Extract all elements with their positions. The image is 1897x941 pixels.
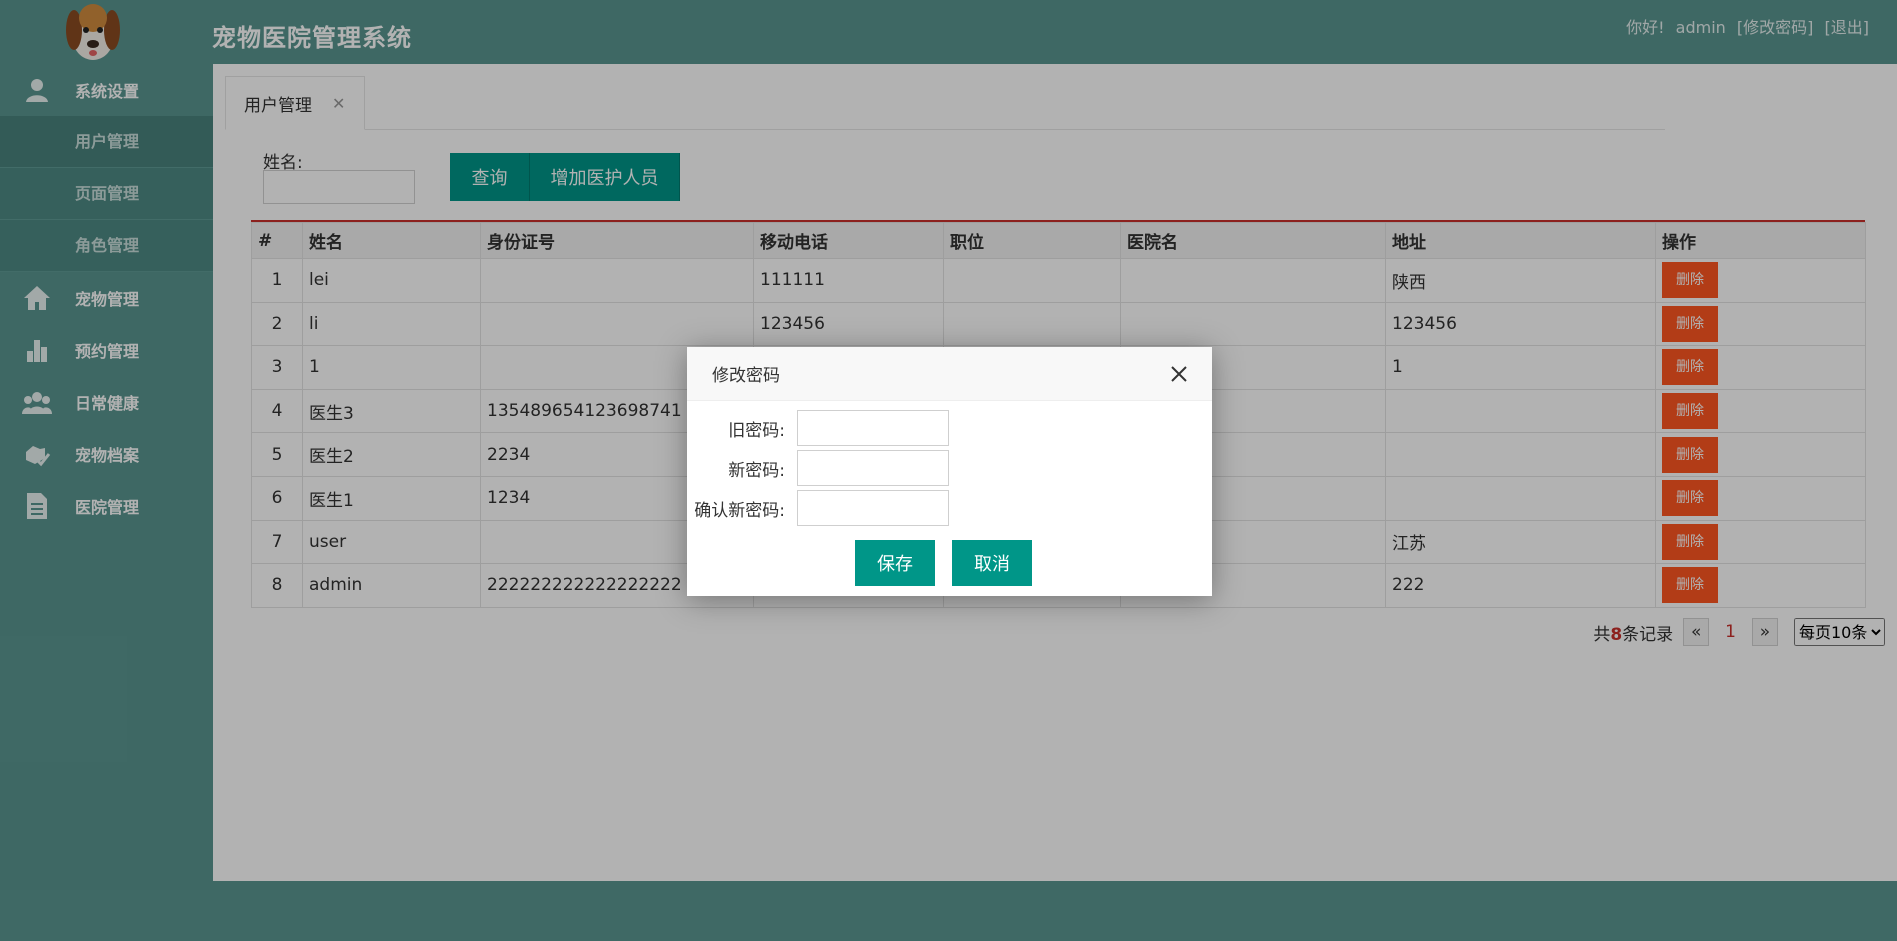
change-password-dialog: 修改密码 旧密码: 新密码: 确认新密码: 保存 取消: [687, 347, 1212, 596]
cancel-button[interactable]: 取消: [952, 540, 1032, 586]
old-password-input[interactable]: [797, 410, 949, 446]
new-password-label: 新密码:: [728, 460, 785, 481]
old-password-row: 旧密码:: [687, 410, 949, 446]
save-button[interactable]: 保存: [855, 540, 935, 586]
close-icon[interactable]: [1168, 363, 1190, 385]
confirm-password-input[interactable]: [797, 490, 949, 526]
confirm-password-label: 确认新密码:: [694, 500, 785, 521]
dialog-title: 修改密码: [712, 366, 780, 386]
confirm-password-row: 确认新密码:: [687, 490, 949, 526]
dialog-header: 修改密码: [687, 347, 1212, 401]
new-password-input[interactable]: [797, 450, 949, 486]
old-password-label: 旧密码:: [728, 420, 785, 441]
new-password-row: 新密码:: [687, 450, 949, 486]
